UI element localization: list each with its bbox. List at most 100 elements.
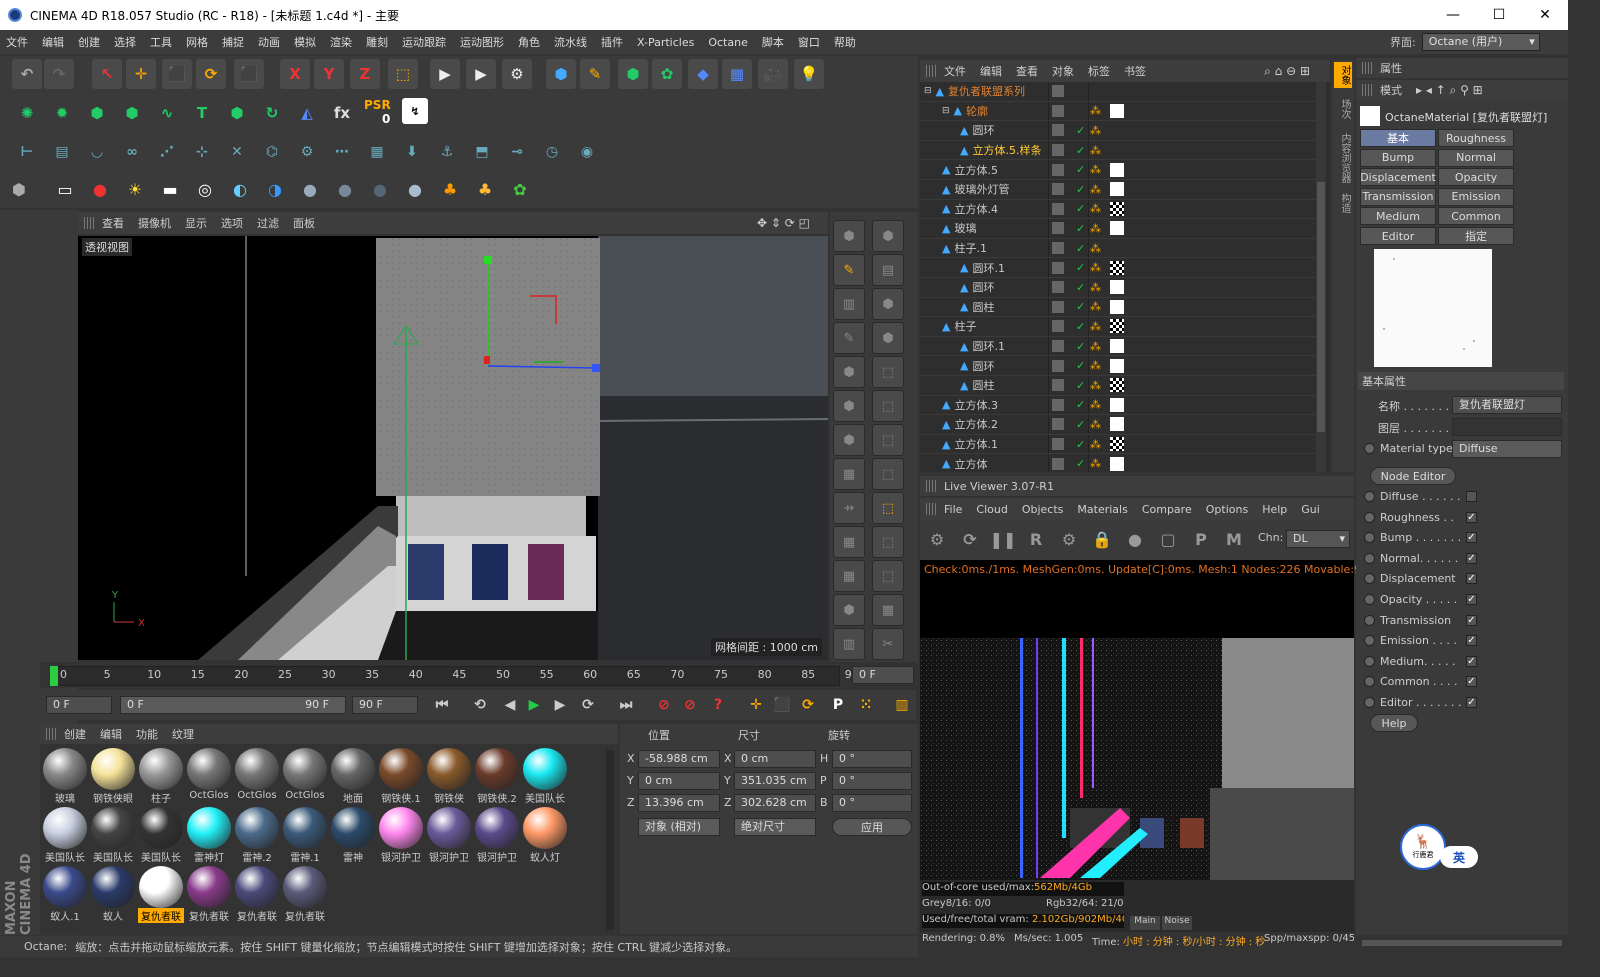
prev-key-icon[interactable]: ⟲ <box>468 692 492 718</box>
material-swatch[interactable]: 美国队长 <box>522 748 568 805</box>
attr-tab-4[interactable]: Displacement <box>1360 168 1436 187</box>
mode-tool-b-10[interactable]: ⬚ <box>872 560 904 592</box>
ctag-icon[interactable]: ⬢ <box>82 98 112 128</box>
mode-tool-b-4[interactable]: ⬚ <box>872 356 904 388</box>
visibility-dots[interactable] <box>1052 438 1064 451</box>
material-tag-icon[interactable] <box>1110 201 1124 216</box>
toolbar3-icon-8[interactable]: ⚙ <box>292 137 322 167</box>
object-row[interactable]: ▲ 立方体.4 ✓ ⁂ <box>920 200 1316 220</box>
half2-icon[interactable]: ◑ <box>260 174 290 204</box>
live-menu-7[interactable]: Gui <box>1301 503 1320 516</box>
sphere-icon[interactable]: ● <box>295 174 325 204</box>
material-swatch[interactable]: 美国队长 <box>138 807 184 864</box>
recent-tool-icon[interactable]: ⬛ <box>234 59 264 89</box>
menu-item-15[interactable]: 插件 <box>601 34 623 50</box>
x-axis-icon[interactable]: X <box>280 59 310 89</box>
side-tab-3[interactable]: 构造 <box>1334 190 1352 216</box>
toolbar3-icon-14[interactable]: ⊸ <box>502 137 532 167</box>
visibility-dots[interactable] <box>1052 242 1064 255</box>
render-view-icon[interactable]: ▶ <box>430 59 460 89</box>
material-tag-icon[interactable] <box>1110 299 1124 314</box>
lathe-icon[interactable]: ◭ <box>292 98 322 128</box>
target-icon[interactable]: ◎ <box>190 174 220 204</box>
live-menu-2[interactable]: Objects <box>1022 503 1064 516</box>
check-icon[interactable]: ✓ <box>1076 359 1085 372</box>
viewport-nav-icons[interactable]: ✥ ⇕ ⟳ ◰ <box>757 216 810 230</box>
check-icon[interactable]: ✓ <box>1076 379 1085 392</box>
object-scrollbar[interactable] <box>1316 82 1326 472</box>
menu-item-18[interactable]: 脚本 <box>762 34 784 50</box>
material-swatch[interactable]: 美国队长 <box>42 807 88 864</box>
toolbar3-icon-2[interactable]: ◡ <box>82 137 112 167</box>
material-swatch[interactable]: 蚁人 <box>90 866 136 923</box>
menu-item-1[interactable]: 编辑 <box>42 34 64 50</box>
key-move-icon[interactable]: ✛ <box>744 692 768 718</box>
visibility-dots[interactable] <box>1052 202 1064 215</box>
channel-dropdown[interactable]: DL ▾ <box>1286 530 1350 548</box>
material-swatch[interactable]: 钢铁侠.2 <box>474 748 520 805</box>
noise-tab[interactable]: Noise <box>1162 916 1192 930</box>
expand-icon[interactable]: ⊟ <box>924 86 932 96</box>
material-swatch[interactable]: 银河护卫 <box>426 807 472 864</box>
go-end-icon[interactable]: ⏭ <box>614 692 638 718</box>
channel-radio[interactable] <box>1364 676 1375 688</box>
menu-item-2[interactable]: 创建 <box>78 34 100 50</box>
live-menu-0[interactable]: File <box>944 503 962 516</box>
mode-tool-a-8[interactable]: ⇸ <box>833 492 865 524</box>
play-icon[interactable]: ▶ <box>522 692 546 718</box>
mode-tool-b-5[interactable]: ⬚ <box>872 390 904 422</box>
octane-tool-icon[interactable]: ✺ <box>12 98 42 128</box>
mode-tool-a-10[interactable]: ▦ <box>833 560 865 592</box>
object-menu-1[interactable]: 编辑 <box>980 63 1002 79</box>
mode-tool-a-0[interactable]: ⬢ <box>833 220 865 252</box>
select-icon[interactable]: ↖ <box>92 59 122 89</box>
check-icon[interactable]: ✓ <box>1076 281 1085 294</box>
cube-icon[interactable]: ⬢ <box>546 59 576 89</box>
attr-tab-2[interactable]: Bump <box>1360 148 1436 167</box>
subdivision-icon[interactable]: ⬢ <box>618 59 648 89</box>
menu-item-20[interactable]: 帮助 <box>834 34 856 50</box>
check-icon[interactable]: ✓ <box>1076 418 1085 431</box>
next-key-icon[interactable]: ⟳ <box>576 692 600 718</box>
extrude-icon[interactable]: ⬢ <box>222 98 252 128</box>
object-row[interactable]: ▲ 立方体.1 ✓ ⁂ <box>920 435 1316 455</box>
attr-tab-8[interactable]: Medium <box>1360 207 1436 226</box>
material-menu-2[interactable]: 功能 <box>136 726 158 742</box>
channel-radio[interactable] <box>1364 532 1375 544</box>
check-icon[interactable]: ✓ <box>1076 261 1085 274</box>
size-field[interactable]: 351.035 cm <box>734 772 816 790</box>
object-menu-5[interactable]: 书签 <box>1124 63 1146 79</box>
side-tab-1[interactable]: 场次 <box>1334 96 1352 122</box>
visibility-dots[interactable] <box>1052 85 1064 98</box>
check-icon[interactable]: ✓ <box>1076 163 1085 176</box>
visibility-dots[interactable] <box>1052 340 1064 353</box>
toolbar3-icon-12[interactable]: ⚓ <box>432 137 462 167</box>
check-icon[interactable]: ✓ <box>1076 222 1085 235</box>
position-field[interactable]: 0 cm <box>638 772 720 790</box>
record-key-icon[interactable]: ⊘ <box>652 692 676 718</box>
menu-item-9[interactable]: 渲染 <box>330 34 352 50</box>
channel-radio[interactable] <box>1364 511 1375 523</box>
menu-item-5[interactable]: 网格 <box>186 34 208 50</box>
material-swatch[interactable]: 美国队长 <box>90 807 136 864</box>
channel-radio[interactable] <box>1364 594 1375 605</box>
record-icon[interactable]: ● <box>85 174 115 204</box>
side-tab-2[interactable]: 内容浏览器 <box>1334 130 1352 186</box>
menu-item-19[interactable]: 窗口 <box>798 34 820 50</box>
light-icon[interactable]: 💡 <box>794 59 824 89</box>
perspective-viewport[interactable]: 透视视图 Y X 网格间距 : 1000 cm <box>78 236 828 660</box>
live-menu-6[interactable]: Help <box>1262 503 1287 516</box>
object-row[interactable]: ▲ 立方体.5 ✓ ⁂ <box>920 160 1316 180</box>
live-render-view[interactable]: Check:0ms./1ms. MeshGen:0ms. Update[C]:0… <box>920 560 1389 888</box>
mode-tool-b-7[interactable]: ⬚ <box>872 458 904 490</box>
material-tag-icon[interactable] <box>1110 260 1124 275</box>
mode-tool-a-11[interactable]: ⬢ <box>833 594 865 626</box>
menu-item-4[interactable]: 工具 <box>150 34 172 50</box>
material-swatch[interactable]: OctGlos <box>234 748 280 804</box>
attr-tab-3[interactable]: Normal <box>1438 148 1514 167</box>
material-tag-icon[interactable] <box>1110 280 1124 295</box>
mode-tool-a-2[interactable]: ▥ <box>833 288 865 320</box>
channel-checkbox[interactable]: ✓ <box>1466 594 1477 605</box>
material-swatch[interactable]: 复仇者联 <box>282 866 328 923</box>
check-icon[interactable]: ✓ <box>1076 144 1085 157</box>
